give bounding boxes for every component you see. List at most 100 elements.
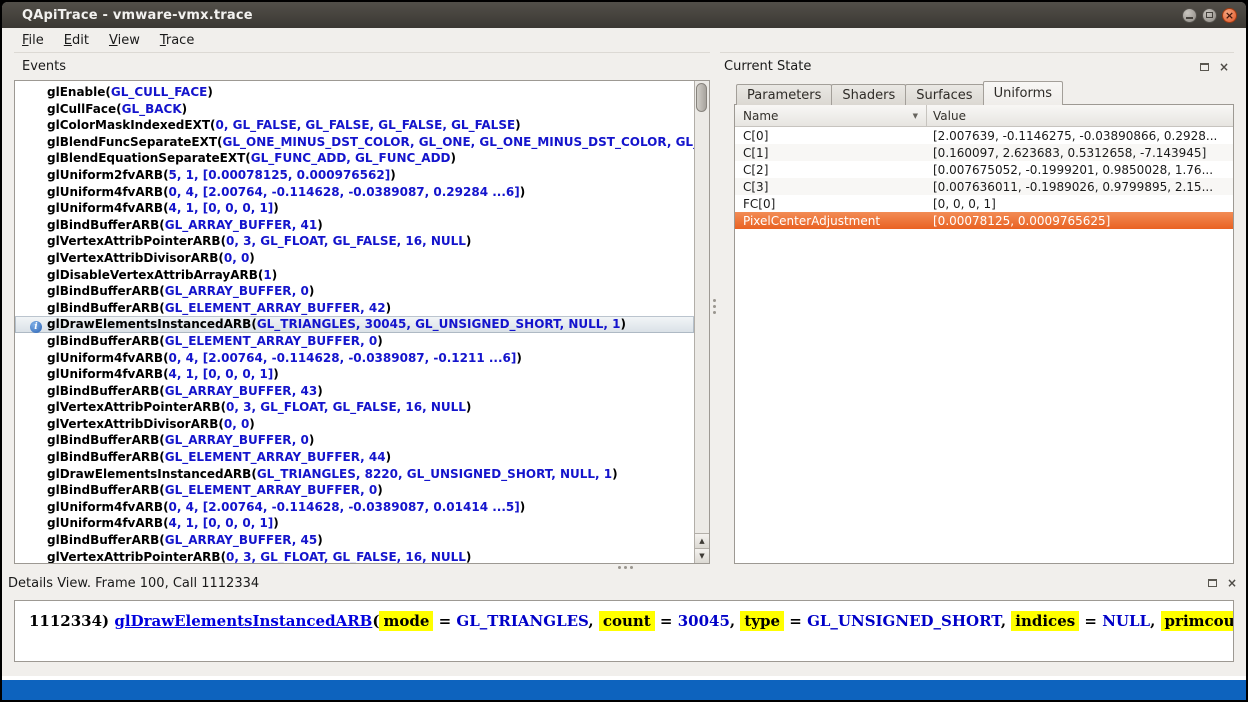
uniform-value: [0, 0, 0, 1] [927,197,1233,211]
event-args: GL_ELEMENT_ARRAY_BUFFER, 42 [165,301,386,315]
uniform-value: [0.007636011, -0.1989026, 0.9799895, 2.1… [927,180,1233,194]
uniform-name: C[0] [735,129,927,143]
event-row[interactable]: glVertexAttribPointerARB(0, 3, GL_FLOAT,… [15,399,694,416]
event-function: glVertexAttribPointerARB [47,550,221,563]
details-float-button[interactable] [1204,576,1220,591]
events-scrollbar[interactable]: ▲ ▼ [694,81,709,563]
event-row[interactable]: glBindBufferARB(GL_ELEMENT_ARRAY_BUFFER,… [15,300,694,317]
uniform-row[interactable]: C[3][0.007636011, -0.1989026, 0.9799895,… [735,178,1233,195]
event-function: glBlendEquationSeparateEXT [47,151,245,165]
event-args: 4, 1, [0, 0, 0, 1] [169,201,274,215]
minimize-button[interactable] [1182,8,1197,23]
splitter-dot [713,311,716,314]
event-args: 0, 3, GL_FLOAT, GL_FALSE, 16, NULL [226,234,466,248]
scrollbar-thumb[interactable] [696,83,707,112]
uniform-row[interactable]: FC[0][0, 0, 0, 1] [735,195,1233,212]
event-row[interactable]: glBlendEquationSeparateEXT(GL_FUNC_ADD, … [15,150,694,167]
param-value: GL_TRIANGLES [456,612,588,630]
event-row[interactable]: glBindBufferARB(GL_ELEMENT_ARRAY_BUFFER,… [15,449,694,466]
vertical-splitter[interactable] [710,52,720,564]
info-icon: i [30,321,42,333]
tab-surfaces[interactable]: Surfaces [905,84,983,105]
current-state-title: Current State [724,59,1192,74]
tab-parameters[interactable]: Parameters [736,84,832,105]
event-row[interactable]: glBindBufferARB(GL_ELEMENT_ARRAY_BUFFER,… [15,333,694,350]
details-close-button[interactable]: × [1224,576,1240,591]
event-row[interactable]: iglDrawElementsInstancedARB(GL_TRIANGLES… [15,316,694,333]
scroll-up-button[interactable]: ▲ [695,533,709,548]
uniform-row[interactable]: C[2][0.007675052, -0.1999201, 0.9850028,… [735,161,1233,178]
float-panel-icon [1200,63,1209,71]
event-function: glColorMaskIndexedEXT [47,118,210,132]
screen: QApiTrace - vmware-vmx.trace × FileEditV… [0,0,1248,702]
event-args: GL_ONE_MINUS_DST_COLOR, GL_ONE, GL_ONE_M… [223,135,694,149]
tab-shaders[interactable]: Shaders [831,84,906,105]
call-function-link[interactable]: glDrawElementsInstancedARB [114,612,372,630]
scroll-down-button[interactable]: ▼ [695,548,709,563]
menu-item-file[interactable]: File [12,30,54,51]
event-function: glUniform4fvARB [47,367,163,381]
menu-item-trace[interactable]: Trace [150,30,205,51]
window-close-button[interactable]: × [1222,8,1237,23]
event-args: GL_ARRAY_BUFFER, 41 [165,218,317,232]
events-dock: Events glEnable(GL_CULL_FACE)glCullFace(… [14,52,710,564]
event-row[interactable]: glVertexAttribPointerARB(0, 3, GL_FLOAT,… [15,233,694,250]
uniform-name: C[3] [735,180,927,194]
column-header-value[interactable]: Value [927,105,1233,126]
uniform-row[interactable]: C[1][0.160097, 2.623683, 0.5312658, -7.1… [735,144,1233,161]
event-args: 0, 4, [2.00764, -0.114628, -0.0389087, 0… [169,185,520,199]
event-row[interactable]: glUniform4fvARB(4, 1, [0, 0, 0, 1]) [15,200,694,217]
event-row[interactable]: glUniform4fvARB(0, 4, [2.00764, -0.11462… [15,350,694,367]
event-row[interactable]: glVertexAttribDivisorARB(0, 0) [15,416,694,433]
uniform-row[interactable]: PixelCenterAdjustment[0.00078125, 0.0009… [735,212,1233,229]
event-row[interactable]: glUniform4fvARB(0, 4, [2.00764, -0.11462… [15,499,694,516]
event-row[interactable]: glBindBufferARB(GL_ARRAY_BUFFER, 45) [15,532,694,549]
event-function: glBlendFuncSeparateEXT [47,135,217,149]
event-row[interactable]: glUniform2fvARB(5, 1, [0.00078125, 0.000… [15,167,694,184]
event-row[interactable]: glColorMaskIndexedEXT(0, GL_FALSE, GL_FA… [15,117,694,134]
event-row[interactable]: glBindBufferARB(GL_ARRAY_BUFFER, 0) [15,432,694,449]
event-row[interactable]: glUniform4fvARB(4, 1, [0, 0, 0, 1]) [15,515,694,532]
horizontal-splitter[interactable] [2,564,1246,570]
taskbar [2,680,1246,700]
param-name: count [599,611,655,631]
current-state-header: Current State × [720,52,1234,80]
uniform-name: C[2] [735,163,927,177]
event-row[interactable]: glVertexAttribDivisorARB(0, 0) [15,250,694,267]
current-state-dock: Current State × ParametersShadersSurface… [720,52,1234,564]
splitter-dot [630,566,633,569]
menu-item-view[interactable]: View [99,30,150,51]
splitter-dot [713,305,716,308]
event-row[interactable]: glBindBufferARB(GL_ARRAY_BUFFER, 41) [15,217,694,234]
title-bar[interactable]: QApiTrace - vmware-vmx.trace × [2,2,1246,28]
event-row[interactable]: glEnable(GL_CULL_FACE) [15,84,694,101]
details-header: Details View. Frame 100, Call 1112334 × [2,570,1246,596]
event-row[interactable]: glVertexAttribPointerARB(0, 3, GL_FLOAT,… [15,549,694,563]
event-args: 4, 1, [0, 0, 0, 1] [169,516,274,530]
window-title: QApiTrace - vmware-vmx.trace [22,8,1177,23]
event-function: glBindBufferARB [47,334,159,348]
event-row[interactable]: glBindBufferARB(GL_ARRAY_BUFFER, 43) [15,383,694,400]
column-header-name[interactable]: Name ▼ [735,105,927,126]
event-function: glBindBufferARB [47,218,159,232]
event-row[interactable]: glDisableVertexAttribArrayARB(1) [15,267,694,284]
menu-item-edit[interactable]: Edit [54,30,99,51]
maximize-button[interactable] [1202,8,1217,23]
float-panel-button[interactable] [1196,59,1212,74]
event-args: GL_ELEMENT_ARRAY_BUFFER, 44 [165,450,386,464]
event-row[interactable]: glBlendFuncSeparateEXT(GL_ONE_MINUS_DST_… [15,134,694,151]
scroll-up-icon: ▲ [699,537,704,545]
event-row[interactable]: glUniform4fvARB(4, 1, [0, 0, 0, 1]) [15,366,694,383]
event-args: 0, 0 [224,251,249,265]
event-row[interactable]: glBindBufferARB(GL_ELEMENT_ARRAY_BUFFER,… [15,482,694,499]
event-row[interactable]: glDrawElementsInstancedARB(GL_TRIANGLES,… [15,466,694,483]
uniform-value: [0.00078125, 0.0009765625] [927,214,1233,228]
tab-uniforms[interactable]: Uniforms [983,81,1063,105]
event-row[interactable]: glCullFace(GL_BACK) [15,101,694,118]
param-name: type [740,611,784,631]
event-row[interactable]: glUniform4fvARB(0, 4, [2.00764, -0.11462… [15,184,694,201]
event-row[interactable]: glBindBufferARB(GL_ARRAY_BUFFER, 0) [15,283,694,300]
uniforms-table-header: Name ▼ Value [735,105,1233,127]
uniform-row[interactable]: C[0][2.007639, -0.1146275, -0.03890866, … [735,127,1233,144]
close-panel-button[interactable]: × [1216,59,1232,74]
